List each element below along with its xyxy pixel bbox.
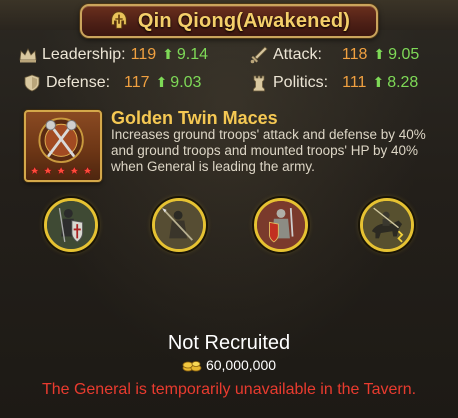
gold-coins-icon [182,361,202,372]
stat-bonus: ⬆ 9.03 [156,74,202,92]
stat-attack: Attack: 118 ⬆ 9.05 [249,44,419,66]
stat-bonus-value: 9.05 [388,46,420,63]
helmet-icon [111,11,127,29]
up-arrow-icon: ⬆ [373,46,386,62]
stat-label: Politics: [273,74,329,91]
skill-name: Golden Twin Maces [111,108,278,128]
troop-spearman[interactable] [152,198,206,252]
cost-amount: 60,000,000 [205,357,277,373]
general-info-panel: Qin Qiong(Awakened) Leadership: 119 ⬆ 9.1… [0,0,458,418]
stat-bonus: ⬆ 8.28 [372,74,418,92]
stat-value: 118 [341,46,368,63]
up-arrow-icon: ⬆ [155,74,168,90]
unavailable-warning: The General is temporarily unavailable i… [41,381,417,398]
recruit-cost: 60,000,000 [0,357,458,373]
stat-label: Leadership: [42,46,126,63]
stat-bonus-value: 9.03 [170,74,202,91]
stat-value: 119 [130,46,157,63]
stat-politics: Politics: 111 ⬆ 8.28 [249,72,418,94]
stat-bonus-value: 9.14 [176,46,209,63]
shield-icon [24,74,40,92]
sword-icon [250,46,268,64]
up-arrow-icon: ⬆ [372,74,385,90]
general-title-banner: Qin Qiong(Awakened) [80,4,378,38]
stat-value: 111 [342,74,367,91]
rook-icon [253,75,265,92]
twin-maces-icon [29,117,93,175]
stat-label: Attack: [273,46,322,63]
stat-bonus-value: 8.28 [387,74,419,91]
stat-leadership: Leadership: 119 ⬆ 9.14 [18,44,208,66]
stat-label: Defense: [46,74,111,91]
stat-defense: Defense: 117 ⬆ 9.03 [22,72,201,94]
shield-infantry-icon [47,201,95,249]
skill-icon-button[interactable] [24,110,102,182]
skill-description: Increases ground troops' attack and defe… [111,127,426,174]
up-arrow-icon: ⬆ [162,46,174,62]
recruit-status: Not Recruited [167,332,291,354]
cavalry-icon [363,201,411,249]
stat-bonus: ⬆ 9.14 [162,46,208,64]
stat-value: 117 [124,74,150,91]
troop-cavalry[interactable] [360,198,414,252]
troop-heavy-infantry[interactable] [254,198,308,252]
crown-icon [19,48,37,63]
general-name: Qin Qiong(Awakened) [137,9,351,32]
troop-shield-infantry[interactable] [44,198,98,252]
spearman-icon [155,201,203,249]
stat-bonus: ⬆ 9.05 [373,46,419,64]
heavy-infantry-icon [257,201,305,249]
